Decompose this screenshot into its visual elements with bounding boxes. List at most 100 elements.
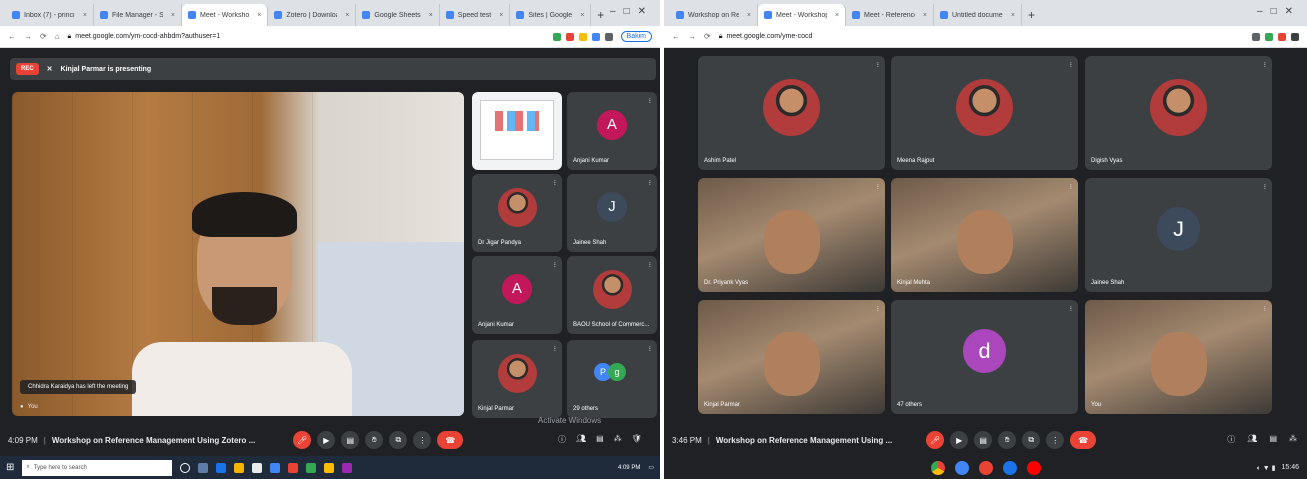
tile-menu-icon[interactable]: ⁝ — [1070, 183, 1072, 191]
cortana-icon[interactable] — [180, 462, 191, 473]
tile-menu-icon[interactable]: ⁝ — [649, 345, 651, 353]
tab-close-icon[interactable]: × — [429, 12, 433, 19]
edge-icon[interactable] — [216, 462, 227, 473]
camera-button[interactable]: ▶ — [317, 431, 336, 449]
tab-close-icon[interactable]: × — [83, 12, 87, 19]
camera-button[interactable]: ▶ — [950, 431, 969, 449]
browser-tab[interactable]: Sites | Google × — [510, 4, 592, 26]
captions-button[interactable]: ▤ — [341, 431, 360, 449]
extensions[interactable] — [552, 32, 613, 41]
app-icon[interactable] — [306, 462, 317, 473]
tile-menu-icon[interactable]: ⁝ — [649, 261, 651, 269]
tile-menu-icon[interactable]: ⁝ — [1070, 61, 1072, 69]
present-button[interactable]: ⧉ — [389, 431, 408, 449]
browser-tab[interactable]: Meet - Workshop on Refere × — [758, 4, 846, 26]
tile-menu-icon[interactable]: ⁝ — [877, 61, 879, 69]
taskbar-search[interactable]: ⌕ Type here to search — [22, 459, 173, 476]
tab-close-icon[interactable]: × — [171, 12, 175, 19]
tile-menu-icon[interactable]: ⁝ — [649, 97, 651, 105]
gmail-icon[interactable] — [978, 460, 993, 475]
participant-tile[interactable]: ⁝ Kinjal Parmar — [472, 340, 562, 418]
raise-hand-button[interactable]: ✋︎ — [365, 431, 384, 449]
notification-icon[interactable]: ▭ — [648, 464, 654, 471]
tile-menu-icon[interactable]: ⁝ — [649, 179, 651, 187]
tile-menu-icon[interactable]: ⁝ — [554, 179, 556, 187]
more-options-button[interactable]: ⋮ — [413, 431, 432, 449]
chat-icon[interactable]: ▤ — [596, 434, 604, 445]
browser-tab[interactable]: Workshop on Reference Manage × — [670, 4, 758, 26]
participant-tile[interactable]: d ⁝ 47 others — [891, 300, 1078, 414]
browser-tab[interactable]: Meet - Worksho × — [182, 4, 269, 26]
task-view-icon[interactable] — [198, 462, 209, 473]
leave-call-button[interactable]: ☎ — [1070, 431, 1097, 449]
store-icon[interactable] — [252, 462, 263, 473]
participant-tile[interactable]: ⁝ Digish Vyas — [1085, 56, 1272, 170]
chrome-icon[interactable] — [288, 462, 299, 473]
browser-tab[interactable]: Inbox (7) - principal × — [6, 4, 94, 26]
home-icon[interactable]: ⌂ — [55, 32, 60, 41]
browser-tab[interactable]: Google Sheets × — [356, 4, 440, 26]
browser-tab[interactable]: Speed test × — [440, 4, 511, 26]
tile-menu-icon[interactable]: ⁝ — [1264, 61, 1266, 69]
browser-tab[interactable]: Zotero | Downloads × — [268, 4, 357, 26]
files-icon[interactable] — [954, 460, 969, 475]
tile-menu-icon[interactable]: ⁝ — [554, 261, 556, 269]
tile-menu-icon[interactable]: ⁝ — [877, 305, 879, 313]
info-icon[interactable]: ⓘ — [558, 434, 566, 445]
main-speaker-tile[interactable]: ⁝ Chhidra Karaidya has left the meeting … — [12, 92, 464, 416]
tab-close-icon[interactable]: × — [499, 12, 503, 19]
pin-icon[interactable]: ⁝ — [456, 97, 458, 105]
extensions[interactable] — [1252, 32, 1299, 41]
present-button[interactable]: ⧉ — [1022, 431, 1041, 449]
participant-tile[interactable]: ⁝ Dr. Priyank Vyas — [698, 178, 885, 292]
participant-tile[interactable]: ⁝ Kinjal Parmar — [698, 300, 885, 414]
tab-close-icon[interactable]: × — [257, 12, 261, 19]
reload-icon[interactable]: ⟳ — [40, 32, 47, 41]
mic-button[interactable]: 🎤︎ — [293, 431, 312, 449]
participant-tile[interactable]: J ⁝ Jainee Shah — [567, 174, 657, 252]
people-icon[interactable]: 👥︎ — [576, 434, 586, 445]
tab-close-icon[interactable]: × — [345, 12, 349, 19]
docs-icon[interactable] — [1002, 460, 1017, 475]
participant-tile[interactable]: ⁝ BAOU School of Commerc... — [567, 256, 657, 334]
participant-tile[interactable]: A ⁝ Anjani Kumar — [472, 256, 562, 334]
mic-button[interactable]: 🎤︎ — [926, 431, 945, 449]
close-icon[interactable]: ✕ — [47, 65, 53, 73]
chat-icon[interactable]: ▤ — [1269, 434, 1277, 445]
activities-icon[interactable]: ⁂ — [1289, 434, 1297, 445]
app-icon[interactable] — [324, 462, 335, 473]
tile-menu-icon[interactable]: ⁝ — [554, 97, 556, 105]
tile-menu-icon[interactable]: ⁝ — [877, 183, 879, 191]
new-tab-button[interactable]: + — [1022, 4, 1041, 26]
right-window-controls[interactable]: –□✕ — [1257, 6, 1301, 17]
taskbar-clock[interactable]: 4:09 PM — [618, 465, 640, 471]
back-icon[interactable]: ← — [672, 32, 680, 41]
participant-tile[interactable]: ⁝ Ashim Patel — [698, 56, 885, 170]
participant-tile[interactable]: ⁝ Dr Jigar Pandya — [472, 174, 562, 252]
file-explorer-icon[interactable] — [234, 462, 245, 473]
back-icon[interactable]: ← — [8, 32, 16, 41]
profile-button[interactable]: Bakim — [620, 31, 652, 42]
forward-icon[interactable]: → — [688, 32, 696, 41]
right-address-bar[interactable]: ← → ⟳ 🔒︎ meet.google.com/yme-cocd — [664, 26, 1307, 48]
forward-icon[interactable]: → — [24, 32, 32, 41]
raise-hand-button[interactable]: ✋︎ — [998, 431, 1017, 449]
info-icon[interactable]: ⓘ — [1227, 434, 1235, 445]
browser-tab[interactable]: File Manager - Sites × — [94, 4, 182, 26]
browser-tab[interactable]: Meet - Reference on Reference - × — [846, 4, 934, 26]
tile-menu-icon[interactable]: ⁝ — [554, 345, 556, 353]
url-text[interactable]: meet.google.com/ym-cocd-ahbdm?authuser=1 — [75, 33, 220, 40]
tab-close-icon[interactable]: × — [580, 12, 584, 19]
new-tab-button[interactable]: + — [591, 4, 610, 26]
tab-close-icon[interactable]: × — [835, 12, 839, 19]
lock-host-icon[interactable]: 🛡︎ — [632, 434, 642, 445]
participant-tile[interactable]: ⁝ You — [1085, 300, 1272, 414]
participant-tile[interactable]: J ⁝ Jainee Shah — [1085, 178, 1272, 292]
activities-icon[interactable]: ⁂ — [614, 434, 622, 445]
participant-tile[interactable]: ⁝ Meena Rajput — [891, 56, 1078, 170]
browser-tab[interactable]: Untitled document - Google Do × — [934, 4, 1022, 26]
people-icon[interactable]: 👥︎ — [1247, 434, 1257, 445]
app-icon[interactable] — [342, 462, 353, 473]
tile-menu-icon[interactable]: ⁝ — [1264, 305, 1266, 313]
youtube-icon[interactable] — [1026, 460, 1041, 475]
